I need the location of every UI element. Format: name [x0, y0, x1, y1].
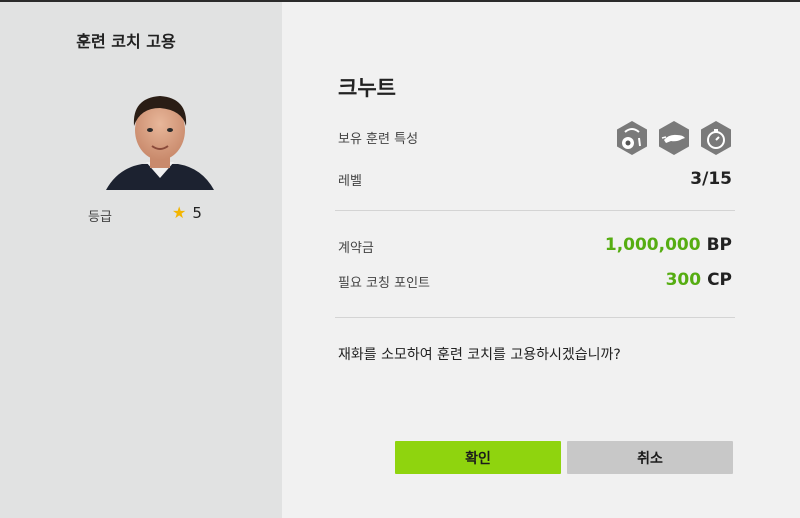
- coach-portrait: [78, 86, 242, 190]
- cheetah-speed-icon[interactable]: [657, 120, 691, 156]
- coaching-points-label: 필요 코칭 포인트: [338, 276, 430, 291]
- skill-icons: [615, 120, 733, 156]
- stopwatch-icon[interactable]: [699, 120, 733, 156]
- grade-value: 5: [192, 204, 202, 222]
- contract-fee-unit: BP: [706, 235, 732, 255]
- coaching-points-value: 300 CP: [666, 270, 732, 290]
- contract-fee-amount: 1,000,000: [604, 235, 701, 255]
- coaching-points-amount: 300: [665, 270, 702, 290]
- confirm-question: 재화를 소모하여 훈련 코치를 고용하시겠습니까?: [338, 347, 621, 363]
- coach-preview-panel: 훈련 코치 고용 등급 ★ 5: [0, 2, 282, 518]
- contract-fee-value: 1,000,000 BP: [605, 235, 732, 255]
- panel-title: 훈련 코치 고용: [76, 32, 176, 51]
- contract-fee-label: 계약금: [338, 241, 374, 256]
- grade-rating: ★ 5: [172, 204, 202, 222]
- divider: [335, 210, 735, 211]
- skills-label: 보유 훈련 특성: [338, 132, 419, 147]
- level-value: 3/15: [690, 169, 732, 189]
- coach-name: 크누트: [338, 76, 396, 100]
- ball-dribble-icon[interactable]: [615, 120, 649, 156]
- grade-label: 등급: [88, 210, 112, 225]
- coaching-points-unit: CP: [707, 270, 732, 290]
- divider: [335, 317, 735, 318]
- confirm-button[interactable]: 확인: [395, 441, 561, 474]
- level-label: 레벨: [338, 174, 362, 189]
- cancel-button[interactable]: 취소: [567, 441, 733, 474]
- star-icon: ★: [172, 203, 187, 222]
